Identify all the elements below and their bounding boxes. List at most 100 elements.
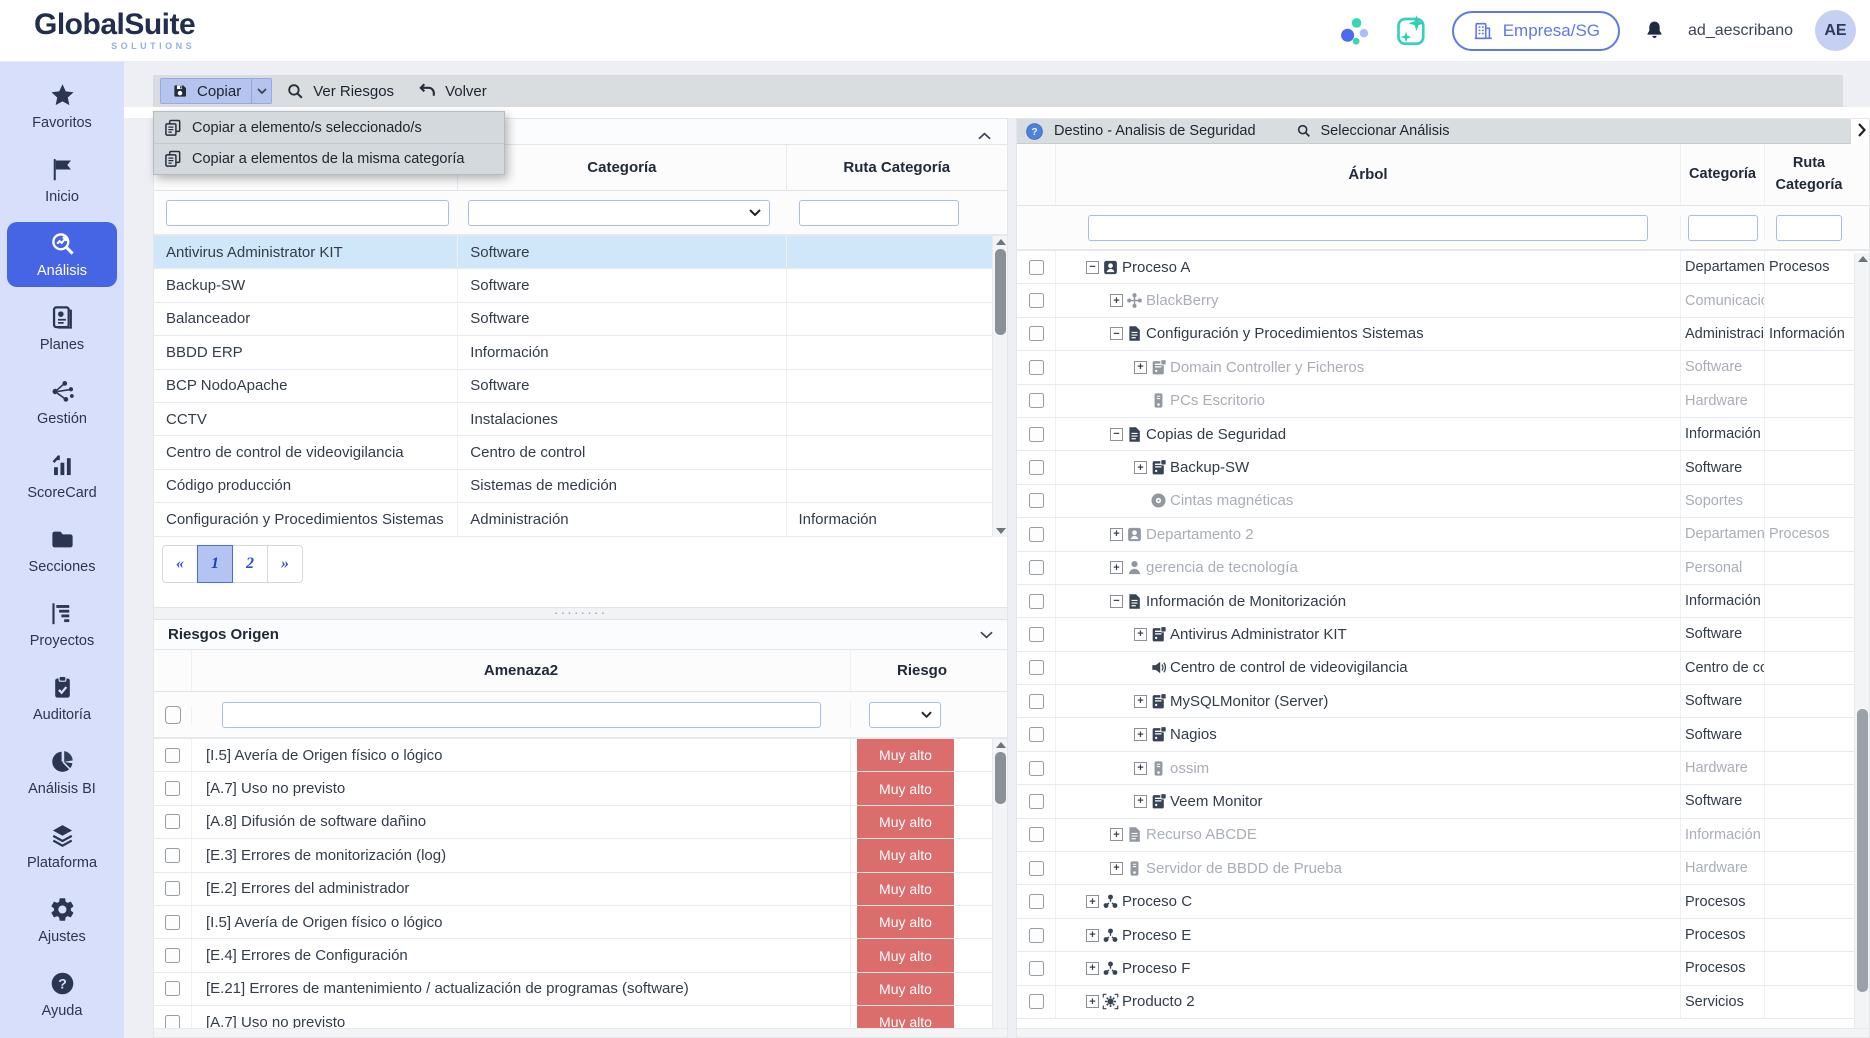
row-checkbox[interactable] bbox=[1029, 727, 1044, 742]
tree-expander-plus-icon[interactable]: + bbox=[1134, 628, 1147, 641]
tree-row[interactable]: +MySQLMonitor (Server)Software bbox=[1017, 685, 1869, 718]
tree-row[interactable]: +Proceso FProcesos bbox=[1017, 952, 1869, 985]
user-avatar[interactable]: AE bbox=[1815, 10, 1856, 51]
ai-sparkle-icon[interactable] bbox=[1394, 13, 1430, 49]
tree-category-filter-input[interactable] bbox=[1688, 215, 1758, 241]
horizontal-scrollbar-track[interactable] bbox=[1017, 1028, 1869, 1037]
row-checkbox[interactable] bbox=[1029, 961, 1044, 976]
riesgo-row[interactable]: [E.2] Errores del administradorMuy alto bbox=[154, 873, 1007, 906]
copy-menu-item[interactable]: Copiar a elemento/s seleccionado/s bbox=[154, 112, 504, 143]
scrollbar-thumb[interactable] bbox=[1857, 709, 1868, 992]
riesgo-filter-select[interactable] bbox=[869, 702, 941, 728]
column-header-category[interactable]: Categoría bbox=[458, 145, 786, 190]
copy-button[interactable]: Copiar bbox=[160, 78, 272, 104]
riesgo-row[interactable]: [E.4] Errores de ConfiguraciónMuy alto bbox=[154, 939, 1007, 972]
riesgo-row[interactable]: [E.3] Errores de monitorización (log)Muy… bbox=[154, 839, 1007, 872]
row-checkbox[interactable] bbox=[165, 981, 180, 996]
tree-expander-plus-icon[interactable]: + bbox=[1110, 828, 1123, 841]
tree-expander-plus-icon[interactable]: + bbox=[1134, 795, 1147, 808]
table-row[interactable]: CCTVInstalaciones bbox=[154, 403, 1007, 436]
table-row[interactable]: Centro de control de videovigilanciaCent… bbox=[154, 436, 1007, 469]
riesgo-row[interactable]: [A.8] Difusión de software dañinoMuy alt… bbox=[154, 806, 1007, 839]
row-checkbox[interactable] bbox=[1029, 694, 1044, 709]
tree-row[interactable]: +Departamento 2DepartamentoProcesos bbox=[1017, 518, 1869, 551]
table-row[interactable]: Antivirus Administrator KITSoftware bbox=[154, 236, 1007, 269]
row-checkbox[interactable] bbox=[1029, 827, 1044, 842]
sidebar-item-ajustes[interactable]: Ajustes bbox=[7, 888, 117, 953]
table-row[interactable]: BCP NodoApacheSoftware bbox=[154, 370, 1007, 403]
sidebar-item-planes[interactable]: Planes bbox=[7, 296, 117, 361]
scrollbar-thumb[interactable] bbox=[995, 249, 1006, 335]
sidebar-item-an-lisis[interactable]: Análisis bbox=[7, 222, 117, 287]
back-button[interactable]: Volver bbox=[408, 78, 497, 104]
tree-row[interactable]: Cintas magnéticasSoportes bbox=[1017, 485, 1869, 518]
tree-expander-plus-icon[interactable]: + bbox=[1134, 361, 1147, 374]
scrollbar-thumb[interactable] bbox=[995, 752, 1006, 804]
pagination-page-button[interactable]: 2 bbox=[232, 545, 268, 583]
tree-row[interactable]: PCs EscritorioHardware bbox=[1017, 385, 1869, 418]
pagination-prev-button[interactable]: « bbox=[162, 545, 198, 583]
copy-menu-item[interactable]: Copiar a elementos de la misma categoría bbox=[154, 143, 504, 174]
username-label[interactable]: ad_aescribano bbox=[1688, 22, 1793, 40]
sidebar-item-inicio[interactable]: Inicio bbox=[7, 148, 117, 213]
riesgo-row[interactable]: [I.5] Avería de Origen físico o lógicoMu… bbox=[154, 906, 1007, 939]
name-filter-input[interactable] bbox=[166, 200, 449, 226]
panel-expand-chevron-right-icon[interactable] bbox=[1858, 123, 1866, 142]
riesgos-scrollbar[interactable] bbox=[992, 739, 1007, 1038]
tree-row[interactable]: +Veem MonitorSoftware bbox=[1017, 785, 1869, 818]
sidebar-item-gesti-n[interactable]: Gestión bbox=[7, 370, 117, 435]
row-checkbox[interactable] bbox=[1029, 861, 1044, 876]
select-analysis-button[interactable]: Seleccionar Análisis bbox=[1296, 123, 1450, 139]
collapse-panel-chevron-up-icon[interactable] bbox=[978, 127, 991, 145]
tree-expander-plus-icon[interactable]: + bbox=[1086, 962, 1099, 975]
tree-expander-plus-icon[interactable]: + bbox=[1086, 929, 1099, 942]
tree-row[interactable]: +Proceso EProcesos bbox=[1017, 919, 1869, 952]
table-row[interactable]: Backup-SWSoftware bbox=[154, 269, 1007, 302]
row-checkbox[interactable] bbox=[1029, 393, 1044, 408]
tree-row[interactable]: +Servidor de BBDD de PruebaHardware bbox=[1017, 852, 1869, 885]
pagination-next-button[interactable]: » bbox=[267, 545, 303, 583]
tree-row[interactable]: +Recurso ABCDEInformación bbox=[1017, 819, 1869, 852]
column-header-tree[interactable]: Árbol bbox=[1056, 144, 1681, 205]
riesgo-row[interactable]: [A.7] Uso no previstoMuy alto bbox=[154, 772, 1007, 805]
table-row[interactable]: Configuración y Procedimientos SistemasA… bbox=[154, 503, 1007, 536]
table-row[interactable]: Código producciónSistemas de medición bbox=[154, 470, 1007, 503]
tree-expander-plus-icon[interactable]: + bbox=[1134, 728, 1147, 741]
row-checkbox[interactable] bbox=[165, 915, 180, 930]
category-path-filter-input[interactable] bbox=[799, 200, 959, 226]
row-checkbox[interactable] bbox=[1029, 794, 1044, 809]
row-checkbox[interactable] bbox=[1029, 928, 1044, 943]
copy-dropdown-caret[interactable] bbox=[251, 79, 271, 103]
tree-row[interactable]: +Domain Controller y FicherosSoftware bbox=[1017, 351, 1869, 384]
riesgo-row[interactable]: [E.21] Errores de mantenimiento / actual… bbox=[154, 973, 1007, 1006]
tree-row[interactable]: +Proceso CProcesos bbox=[1017, 885, 1869, 918]
tree-row[interactable]: +gerencia de tecnologíaPersonal bbox=[1017, 552, 1869, 585]
row-checkbox[interactable] bbox=[1029, 493, 1044, 508]
tree-expander-plus-icon[interactable]: + bbox=[1110, 862, 1123, 875]
row-checkbox[interactable] bbox=[1029, 894, 1044, 909]
panel-splitter-handle[interactable]: ········ bbox=[154, 607, 1007, 620]
sidebar-item-favoritos[interactable]: Favoritos bbox=[7, 74, 117, 139]
row-checkbox[interactable] bbox=[165, 881, 180, 896]
row-checkbox[interactable] bbox=[1029, 527, 1044, 542]
tree-row[interactable]: +Antivirus Administrator KITSoftware bbox=[1017, 618, 1869, 651]
tree-row[interactable]: Centro de control de videovigilanciaCent… bbox=[1017, 652, 1869, 685]
row-checkbox[interactable] bbox=[1029, 761, 1044, 776]
column-header-category-path[interactable]: Ruta Categoría bbox=[787, 145, 1007, 190]
tree-expander-plus-icon[interactable]: + bbox=[1134, 461, 1147, 474]
notifications-bell-icon[interactable] bbox=[1642, 18, 1666, 44]
row-checkbox[interactable] bbox=[1029, 326, 1044, 341]
row-checkbox[interactable] bbox=[1029, 260, 1044, 275]
tree-expander-plus-icon[interactable]: + bbox=[1086, 995, 1099, 1008]
tree-expander-plus-icon[interactable]: + bbox=[1134, 762, 1147, 775]
row-checkbox[interactable] bbox=[1029, 360, 1044, 375]
row-checkbox[interactable] bbox=[165, 848, 180, 863]
tree-row[interactable]: −Información de MonitorizaciónInformació… bbox=[1017, 585, 1869, 618]
sidebar-item-plataforma[interactable]: Plataforma bbox=[7, 814, 117, 879]
amenaza-filter-input[interactable] bbox=[222, 702, 821, 728]
tree-row[interactable]: −Proceso ADepartamentoProcesos bbox=[1017, 251, 1869, 284]
tree-row[interactable]: +ossimHardware bbox=[1017, 752, 1869, 785]
row-checkbox[interactable] bbox=[165, 948, 180, 963]
apps-cluster-icon[interactable] bbox=[1336, 13, 1372, 49]
row-checkbox[interactable] bbox=[165, 814, 180, 829]
